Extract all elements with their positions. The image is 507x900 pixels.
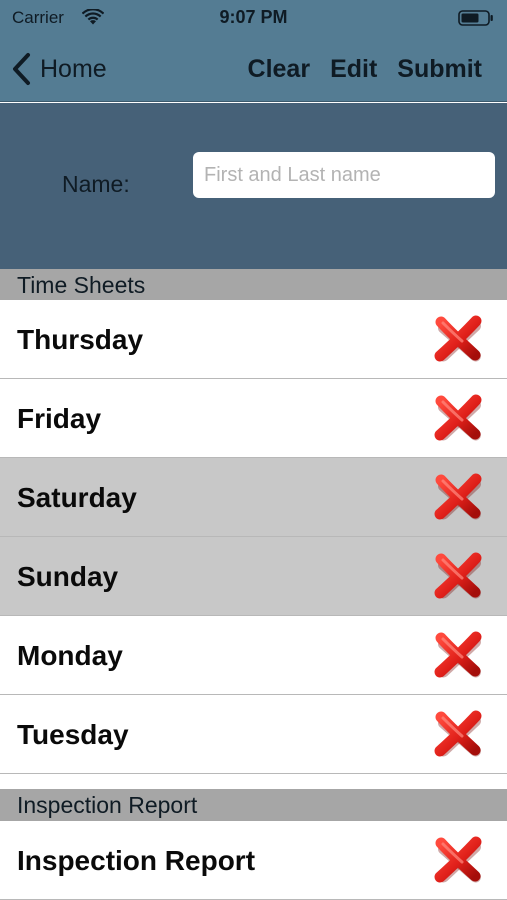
list-item-monday[interactable]: Monday — [0, 616, 507, 695]
name-form: Name: — [0, 103, 507, 269]
close-icon[interactable] — [432, 709, 484, 759]
section-spacer — [0, 775, 507, 789]
row-label: Friday — [17, 403, 102, 434]
nav-actions: Clear Edit Submit — [228, 50, 482, 88]
section-header-time-sheets: Time Sheets — [0, 269, 507, 301]
name-label: Name: — [62, 171, 130, 197]
name-input[interactable] — [193, 152, 495, 198]
list-item-tuesday[interactable]: Tuesday — [0, 695, 507, 774]
list-item-thursday[interactable]: Thursday — [0, 300, 507, 379]
inspection-report-list: Inspection Report — [0, 821, 507, 900]
time-sheets-list: Thursday Friday Saturday Sunday Monday T… — [0, 300, 507, 774]
list-item-friday[interactable]: Friday — [0, 379, 507, 458]
list-item-sunday[interactable]: Sunday — [0, 537, 507, 616]
submit-button[interactable]: Submit — [397, 55, 482, 84]
close-icon[interactable] — [432, 314, 484, 364]
row-label: Sunday — [17, 561, 119, 592]
close-icon[interactable] — [432, 472, 484, 522]
status-bar: Carrier 9:07 PM — [0, 0, 507, 36]
battery-icon — [458, 10, 493, 26]
close-icon[interactable] — [432, 835, 484, 885]
edit-button[interactable]: Edit — [330, 55, 377, 84]
close-icon[interactable] — [432, 393, 484, 443]
close-icon[interactable] — [432, 551, 484, 601]
section-header-inspection-report: Inspection Report — [0, 789, 507, 821]
list-item-saturday[interactable]: Saturday — [0, 458, 507, 537]
list-item-inspection-report[interactable]: Inspection Report — [0, 821, 507, 900]
row-label: Saturday — [17, 482, 137, 513]
row-label: Thursday — [17, 324, 144, 355]
back-button[interactable]: Home — [10, 50, 107, 88]
row-label: Inspection Report — [17, 845, 256, 876]
chevron-left-icon — [13, 53, 30, 85]
row-label: Tuesday — [17, 719, 129, 750]
clear-button[interactable]: Clear — [248, 55, 311, 84]
navigation-bar: Home Clear Edit Submit — [0, 36, 507, 102]
back-button-label: Home — [40, 54, 107, 83]
close-icon[interactable] — [432, 630, 484, 680]
status-time: 9:07 PM — [219, 7, 288, 27]
row-label: Monday — [17, 640, 123, 671]
